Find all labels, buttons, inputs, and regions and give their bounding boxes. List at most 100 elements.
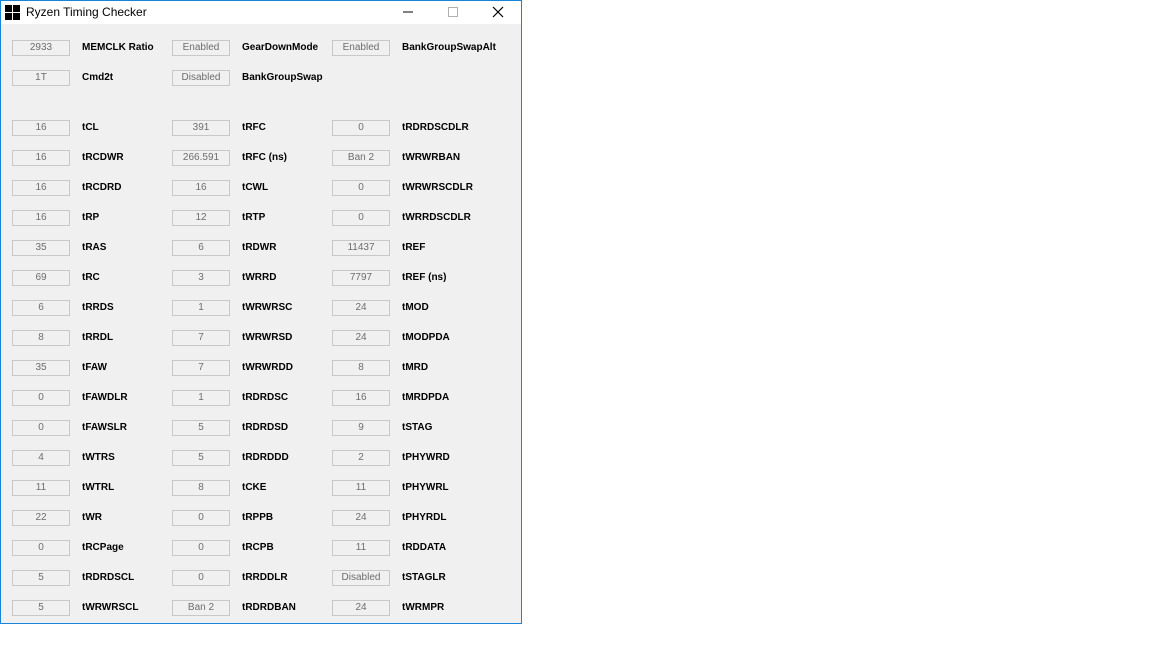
timing-value-field[interactable]: Ban 2: [172, 600, 230, 616]
timing-value-field[interactable]: 1: [172, 390, 230, 406]
timing-value-field[interactable]: 5: [172, 450, 230, 466]
timing-label: tRDRDSCL: [82, 572, 135, 583]
timing-label: tFAWDLR: [82, 392, 128, 403]
timing-label: tSTAGLR: [402, 572, 446, 583]
timing-value-field[interactable]: 35: [12, 240, 70, 256]
title-bar[interactable]: Ryzen Timing Checker: [1, 1, 521, 24]
close-button[interactable]: [475, 1, 520, 24]
timing-value-field[interactable]: 16: [12, 180, 70, 196]
timing-value-field[interactable]: 16: [12, 210, 70, 226]
timing-value-field[interactable]: 16: [12, 150, 70, 166]
timing-value-field[interactable]: 0: [12, 540, 70, 556]
timing-label: tMRDPDA: [402, 392, 450, 403]
timing-value-field[interactable]: 0: [332, 210, 390, 226]
timing-label: tWRWRSCL: [82, 602, 139, 613]
timing-value-field[interactable]: 16: [332, 390, 390, 406]
minimize-button[interactable]: [385, 1, 430, 24]
timing-value-field[interactable]: 8: [12, 330, 70, 346]
timing-value-field[interactable]: 0: [332, 120, 390, 136]
timings-panel: 2933 MEMCLK Ratio Enabled GearDownMode Enabl…: [1, 24, 521, 624]
timing-value-field[interactable]: 24: [332, 510, 390, 526]
timing-value-field[interactable]: 22: [12, 510, 70, 526]
timing-value-field[interactable]: 24: [332, 300, 390, 316]
timing-value-field[interactable]: 11: [332, 540, 390, 556]
timing-value-field[interactable]: 7: [172, 360, 230, 376]
timing-value-field[interactable]: 0: [172, 540, 230, 556]
timing-value-field[interactable]: 24: [332, 330, 390, 346]
timing-value-field[interactable]: 2: [332, 450, 390, 466]
timing-label: tWR: [82, 512, 102, 523]
timing-label: tRP: [82, 212, 100, 223]
timing-value-field[interactable]: 2933: [12, 40, 70, 56]
timing-value-field[interactable]: 1T: [12, 70, 70, 86]
maximize-button[interactable]: [430, 1, 475, 24]
timing-label: tRTP: [242, 212, 266, 223]
timing-label: tRAS: [82, 242, 107, 253]
timing-value-field[interactable]: 6: [172, 240, 230, 256]
timing-value-field[interactable]: 9: [332, 420, 390, 436]
timing-value-field[interactable]: 3: [172, 270, 230, 286]
timing-label: tRFC (ns): [242, 152, 287, 163]
app-icon: [5, 5, 20, 20]
timing-value-field[interactable]: Ban 2: [332, 150, 390, 166]
app-window: Ryzen Timing Checker 2933 MEMCLK Ratio Ena…: [0, 0, 522, 624]
timing-value-field[interactable]: 0: [12, 420, 70, 436]
timing-label: tCWL: [242, 182, 269, 193]
timing-value-field[interactable]: Disabled: [172, 70, 230, 86]
timing-value-field[interactable]: 69: [12, 270, 70, 286]
timing-label: tRCDRD: [82, 182, 122, 193]
timing-label: tCL: [82, 122, 99, 133]
timing-value-field[interactable]: 7: [172, 330, 230, 346]
timing-label: tMODPDA: [402, 332, 450, 343]
timing-value-field[interactable]: 5: [12, 570, 70, 586]
timing-value-field[interactable]: Disabled: [332, 570, 390, 586]
timing-value-field[interactable]: 8: [332, 360, 390, 376]
timing-label: tRRDS: [82, 302, 114, 313]
timing-label: tREF: [402, 242, 426, 253]
timing-label: tWTRS: [82, 452, 115, 463]
window-title: Ryzen Timing Checker: [26, 5, 147, 19]
timing-value-field[interactable]: 12: [172, 210, 230, 226]
timing-value-field[interactable]: 11437: [332, 240, 390, 256]
timing-label: tWRMPR: [402, 602, 445, 613]
timing-label: tRPPB: [242, 512, 274, 523]
timing-value-field[interactable]: 8: [172, 480, 230, 496]
timing-label: BankGroupSwap: [242, 72, 323, 83]
timing-label: tFAWSLR: [82, 422, 127, 433]
timing-value-field[interactable]: Enabled: [332, 40, 390, 56]
timing-value-field[interactable]: 35: [12, 360, 70, 376]
timing-value-field[interactable]: 11: [332, 480, 390, 496]
timing-label: tPHYRDL: [402, 512, 447, 523]
timing-label: Cmd2t: [82, 72, 114, 83]
timing-value-field[interactable]: 7797: [332, 270, 390, 286]
timing-label: tRFC: [242, 122, 266, 133]
timing-label: tRCPB: [242, 542, 274, 553]
timing-value-field[interactable]: 5: [12, 600, 70, 616]
timing-label: tWRWRSC: [242, 302, 293, 313]
close-icon: [492, 6, 503, 18]
timing-value-field[interactable]: 266.591: [172, 150, 230, 166]
timing-label: tWRWRSCDLR: [402, 182, 473, 193]
timing-label: tRC: [82, 272, 100, 283]
timing-label: tFAW: [82, 362, 107, 373]
timing-value-field[interactable]: 0: [172, 510, 230, 526]
timing-value-field[interactable]: 6: [12, 300, 70, 316]
timing-value-field[interactable]: 16: [12, 120, 70, 136]
timing-label: tWRWRSD: [242, 332, 293, 343]
timing-value-field[interactable]: 0: [172, 570, 230, 586]
timing-value-field[interactable]: 16: [172, 180, 230, 196]
timing-label: tWRRDSCDLR: [402, 212, 471, 223]
timing-value-field[interactable]: 391: [172, 120, 230, 136]
timing-value-field[interactable]: 4: [12, 450, 70, 466]
timing-label: tRRDL: [82, 332, 114, 343]
timing-label: tRDRDBAN: [242, 602, 296, 613]
timing-value-field[interactable]: 0: [332, 180, 390, 196]
timing-value-field[interactable]: 11: [12, 480, 70, 496]
timing-value-field[interactable]: Enabled: [172, 40, 230, 56]
timing-value-field[interactable]: 5: [172, 420, 230, 436]
timing-value-field[interactable]: 0: [12, 390, 70, 406]
timing-value-field[interactable]: 1: [172, 300, 230, 316]
timing-label: tRDWR: [242, 242, 277, 253]
timing-label: tMOD: [402, 302, 429, 313]
timing-value-field[interactable]: 24: [332, 600, 390, 616]
